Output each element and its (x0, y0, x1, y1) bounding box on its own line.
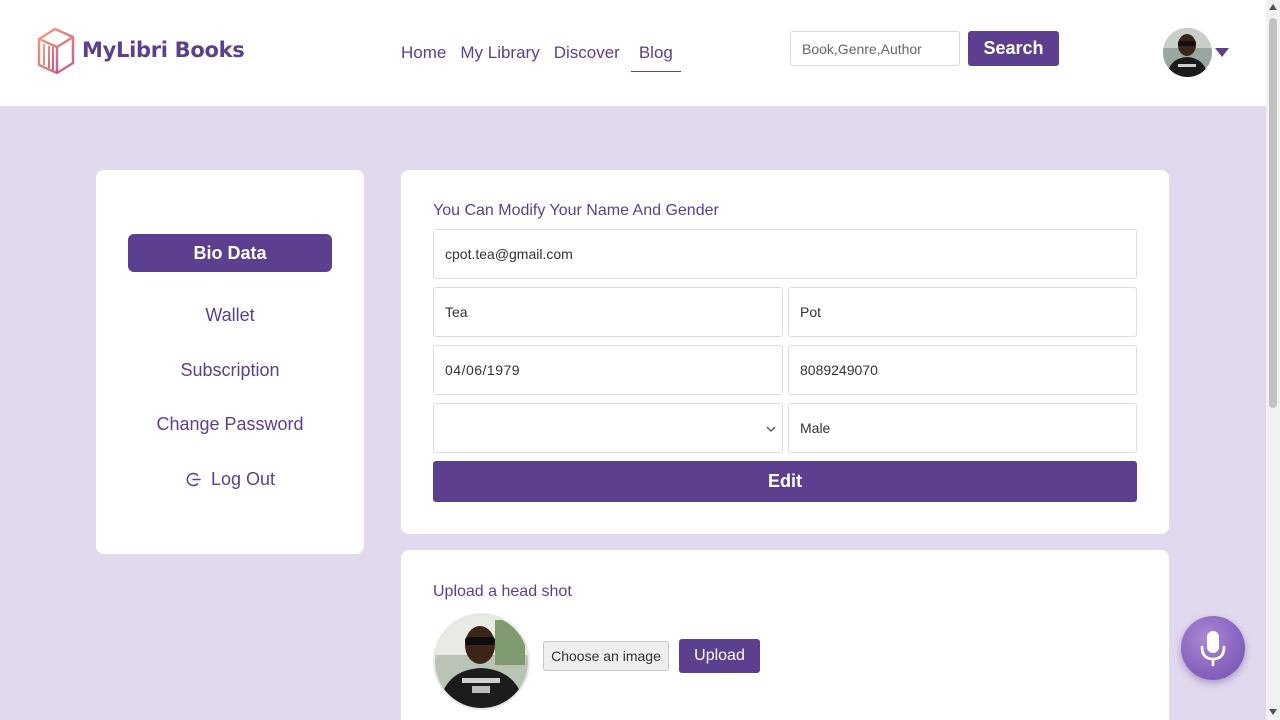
chevron-down-icon (766, 426, 776, 432)
sidebar-item-wallet[interactable]: Wallet (128, 296, 332, 334)
sidebar-item-change-password[interactable]: Change Password (128, 405, 332, 443)
gender-field[interactable] (788, 403, 1137, 453)
nav-home[interactable]: Home (400, 43, 447, 72)
page-scrollbar[interactable] (1266, 0, 1280, 720)
headshot-image (433, 613, 530, 710)
sidebar-item-label: Wallet (205, 304, 255, 325)
first-name-field[interactable] (433, 287, 783, 337)
sidebar-item-label: Bio Data (193, 242, 267, 263)
last-name-field[interactable] (788, 287, 1137, 337)
sidebar-item-subscription[interactable]: Subscription (128, 351, 332, 389)
scroll-thumb[interactable] (1269, 18, 1277, 408)
voice-search-button[interactable] (1181, 616, 1245, 680)
avatar[interactable] (1163, 28, 1212, 77)
sidebar-item-bio-data[interactable]: Bio Data (128, 234, 332, 272)
upload-button[interactable]: Upload (679, 639, 760, 673)
nav-discover[interactable]: Discover (553, 43, 621, 72)
headshot-photo (435, 615, 528, 708)
profile-sidebar: Bio Data Wallet Subscription Change Pass… (96, 170, 364, 554)
search-button[interactable]: Search (968, 31, 1059, 66)
logout-icon (186, 472, 201, 486)
sidebar-item-label: Change Password (156, 413, 304, 434)
sidebar-item-label: Subscription (180, 359, 280, 380)
top-header: MyLibri Books Home My Library Discover B… (0, 0, 1266, 106)
edit-button[interactable]: Edit (433, 461, 1137, 502)
bio-form-card: You Can Modify Your Name And Gender Edit (401, 170, 1169, 534)
brand-logo[interactable]: MyLibri Books (33, 25, 245, 75)
nav-my-library[interactable]: My Library (459, 43, 540, 72)
avatar-photo (1163, 28, 1212, 77)
main-nav: Home My Library Discover Blog (400, 43, 693, 72)
book-logo-icon (37, 27, 75, 75)
caret-down-icon[interactable] (1215, 48, 1229, 57)
upload-title: Upload a head shot (433, 583, 572, 600)
scroll-down-icon[interactable] (1269, 709, 1277, 715)
bio-form-title: You Can Modify Your Name And Gender (433, 202, 719, 219)
sidebar-item-log-out[interactable]: Log Out (128, 460, 332, 498)
sidebar-item-label: Log Out (210, 468, 276, 489)
choose-image-button[interactable]: Choose an image (543, 641, 669, 671)
option-select[interactable] (433, 403, 783, 453)
date-of-birth-field[interactable] (433, 345, 783, 395)
search-input[interactable] (790, 31, 960, 66)
upload-card: Upload a head shot Choose an image Uploa… (401, 550, 1169, 720)
email-field[interactable] (433, 229, 1137, 279)
brand-name: MyLibri Books (82, 38, 245, 62)
phone-field[interactable] (788, 345, 1137, 395)
microphone-icon (1200, 631, 1226, 667)
scroll-up-icon[interactable] (1269, 4, 1277, 10)
nav-blog[interactable]: Blog (630, 43, 681, 72)
